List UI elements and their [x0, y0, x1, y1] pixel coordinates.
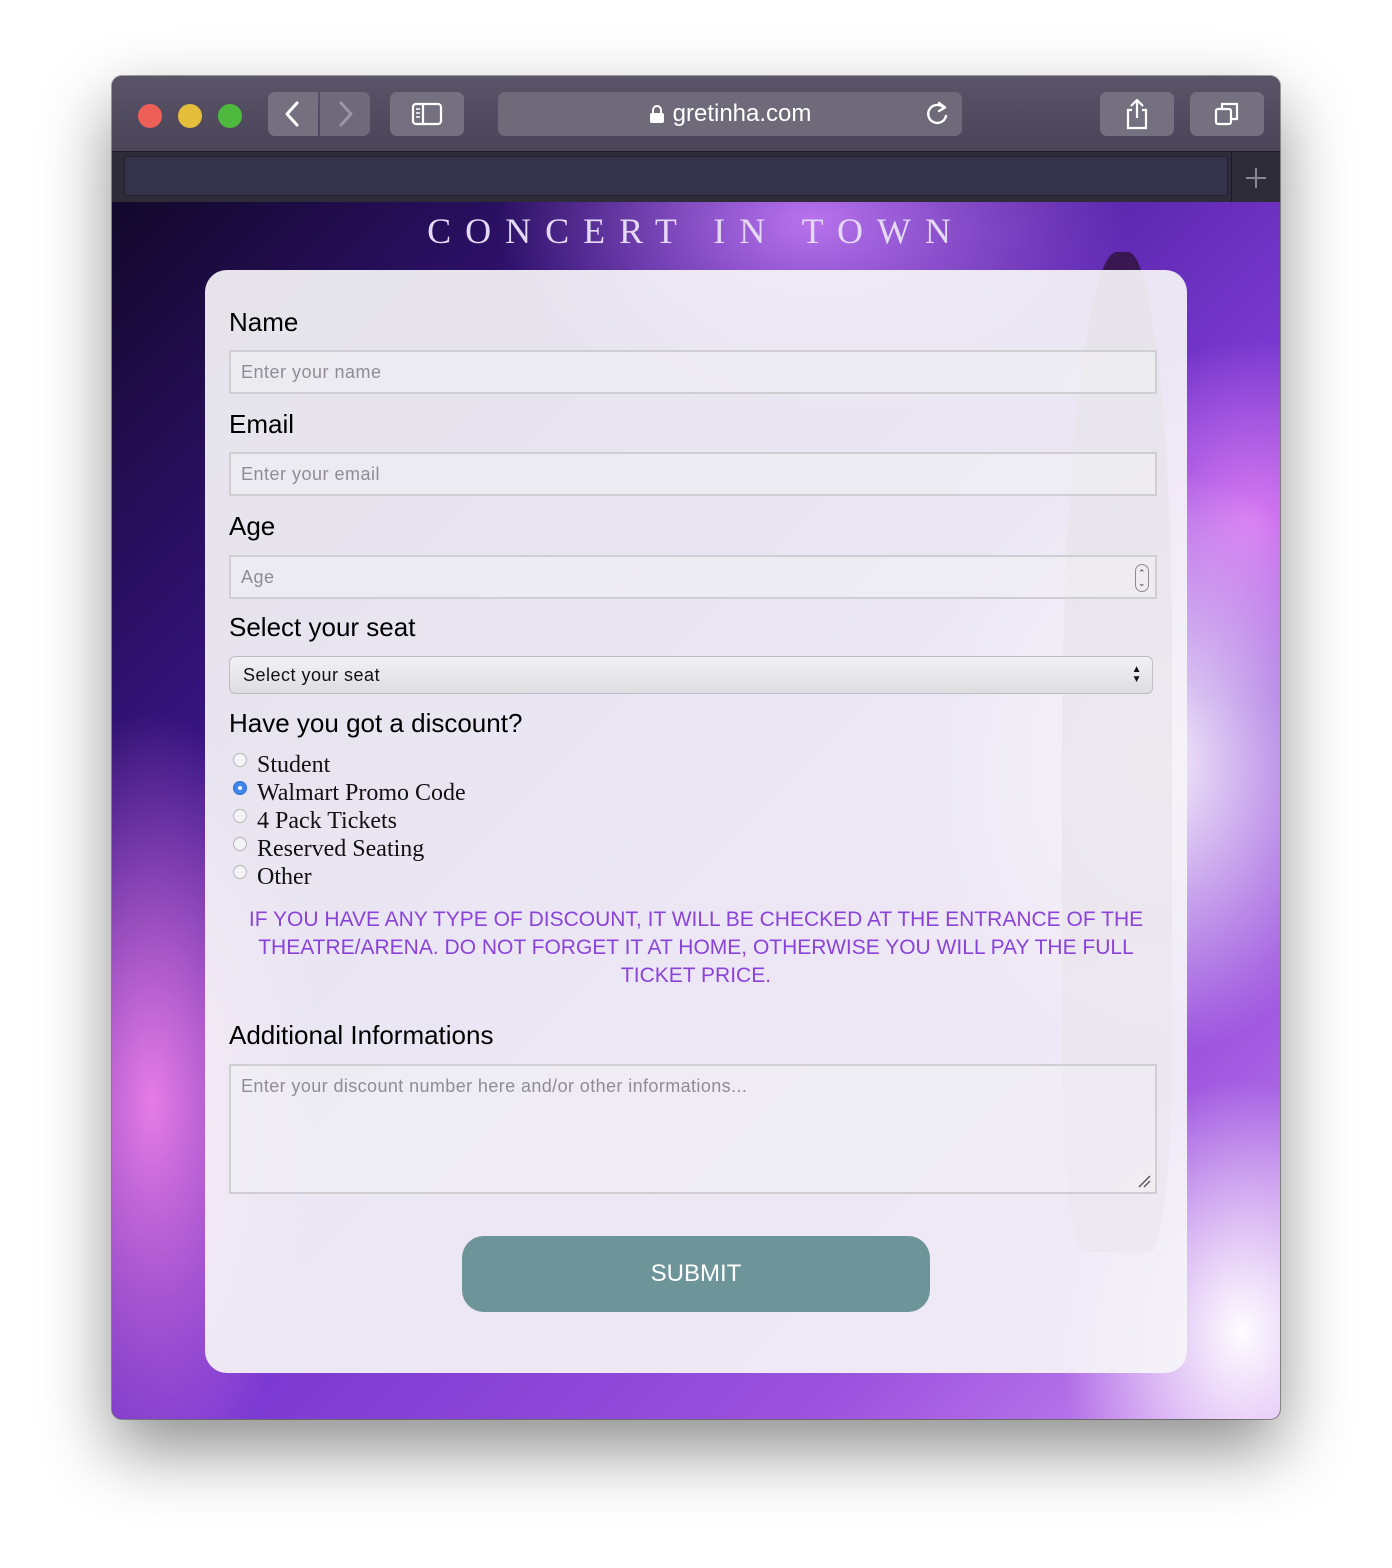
seat-select[interactable]: Select your seat ▲ ▼: [229, 656, 1153, 694]
discount-option-other[interactable]: Other: [233, 863, 312, 891]
minimize-window-button[interactable]: [178, 104, 202, 128]
page-title: CONCERT IN TOWN: [427, 211, 965, 251]
active-tab[interactable]: [124, 156, 1228, 196]
discount-label: Have you got a discount?: [229, 708, 523, 738]
email-placeholder: Enter your email: [241, 463, 381, 484]
radio-walmart-promo[interactable]: [233, 781, 247, 795]
lock-icon: [649, 104, 665, 124]
tabs-overview-button[interactable]: [1190, 92, 1264, 136]
name-label: Name: [229, 307, 299, 337]
new-tab-icon: [1246, 167, 1266, 188]
email-input[interactable]: Enter your email: [229, 452, 1157, 496]
reload-icon[interactable]: [924, 100, 950, 135]
ticket-form: Name Enter your name Email Enter your em…: [205, 270, 1187, 1373]
submit-button[interactable]: SUBMIT: [462, 1236, 930, 1312]
url-text: gretinha.com: [672, 100, 812, 127]
additional-info-placeholder: Enter your discount number here and/or o…: [241, 1076, 748, 1096]
share-button[interactable]: [1100, 92, 1174, 136]
discount-notice: IF YOU HAVE ANY TYPE OF DISCOUNT, IT WIL…: [248, 908, 1144, 987]
share-icon: [1126, 98, 1148, 130]
discount-option-student[interactable]: Student: [233, 751, 330, 779]
discount-option-reserved[interactable]: Reserved Seating: [233, 835, 424, 863]
radio-label: Student: [257, 752, 331, 778]
seat-select-value: Select your seat: [243, 664, 381, 685]
browser-window: gretinha.com CONCERT IN TOWN Name Enter …: [112, 76, 1280, 1419]
browser-toolbar: gretinha.com: [112, 76, 1280, 151]
age-input[interactable]: Age ⌃ ⌄: [229, 555, 1157, 599]
age-label: Age: [229, 511, 276, 541]
forward-button[interactable]: [320, 92, 370, 136]
resize-grip-icon[interactable]: [1137, 1174, 1151, 1188]
radio-student[interactable]: [233, 753, 247, 767]
additional-info-label: Additional Informations: [229, 1020, 494, 1050]
stepper-down-icon[interactable]: ⌄: [1138, 578, 1146, 588]
new-tab-button[interactable]: [1231, 152, 1280, 203]
page-content: CONCERT IN TOWN Name Enter your name Ema…: [112, 202, 1280, 1419]
seat-label: Select your seat: [229, 612, 416, 642]
radio-label: Walmart Promo Code: [257, 780, 466, 806]
name-placeholder: Enter your name: [241, 361, 382, 382]
tab-strip: [112, 151, 1280, 203]
additional-info-textarea[interactable]: Enter your discount number here and/or o…: [229, 1064, 1157, 1194]
address-bar[interactable]: gretinha.com: [498, 92, 962, 136]
age-stepper[interactable]: ⌃ ⌄: [1135, 564, 1149, 592]
email-label: Email: [229, 409, 295, 439]
sidebar-button[interactable]: [390, 92, 464, 136]
discount-option-4pack[interactable]: 4 Pack Tickets: [233, 807, 397, 835]
sidebar-icon: [411, 102, 443, 126]
discount-option-walmart[interactable]: Walmart Promo Code: [233, 779, 466, 807]
zoom-window-button[interactable]: [218, 104, 242, 128]
radio-reserved-seating[interactable]: [233, 837, 247, 851]
radio-label: Reserved Seating: [257, 836, 425, 862]
radio-label: Other: [257, 864, 312, 890]
select-arrows-icon: ▲ ▼: [1131, 664, 1142, 685]
stepper-up-icon[interactable]: ⌃: [1138, 568, 1146, 578]
back-button[interactable]: [268, 92, 318, 136]
forward-icon: [339, 101, 353, 127]
back-icon: [285, 101, 299, 127]
tabs-icon: [1214, 102, 1239, 126]
age-placeholder: Age: [241, 566, 275, 587]
radio-label: 4 Pack Tickets: [257, 808, 398, 834]
radio-other[interactable]: [233, 865, 247, 879]
close-window-button[interactable]: [138, 104, 162, 128]
name-input[interactable]: Enter your name: [229, 350, 1157, 394]
radio-4-pack[interactable]: [233, 809, 247, 823]
